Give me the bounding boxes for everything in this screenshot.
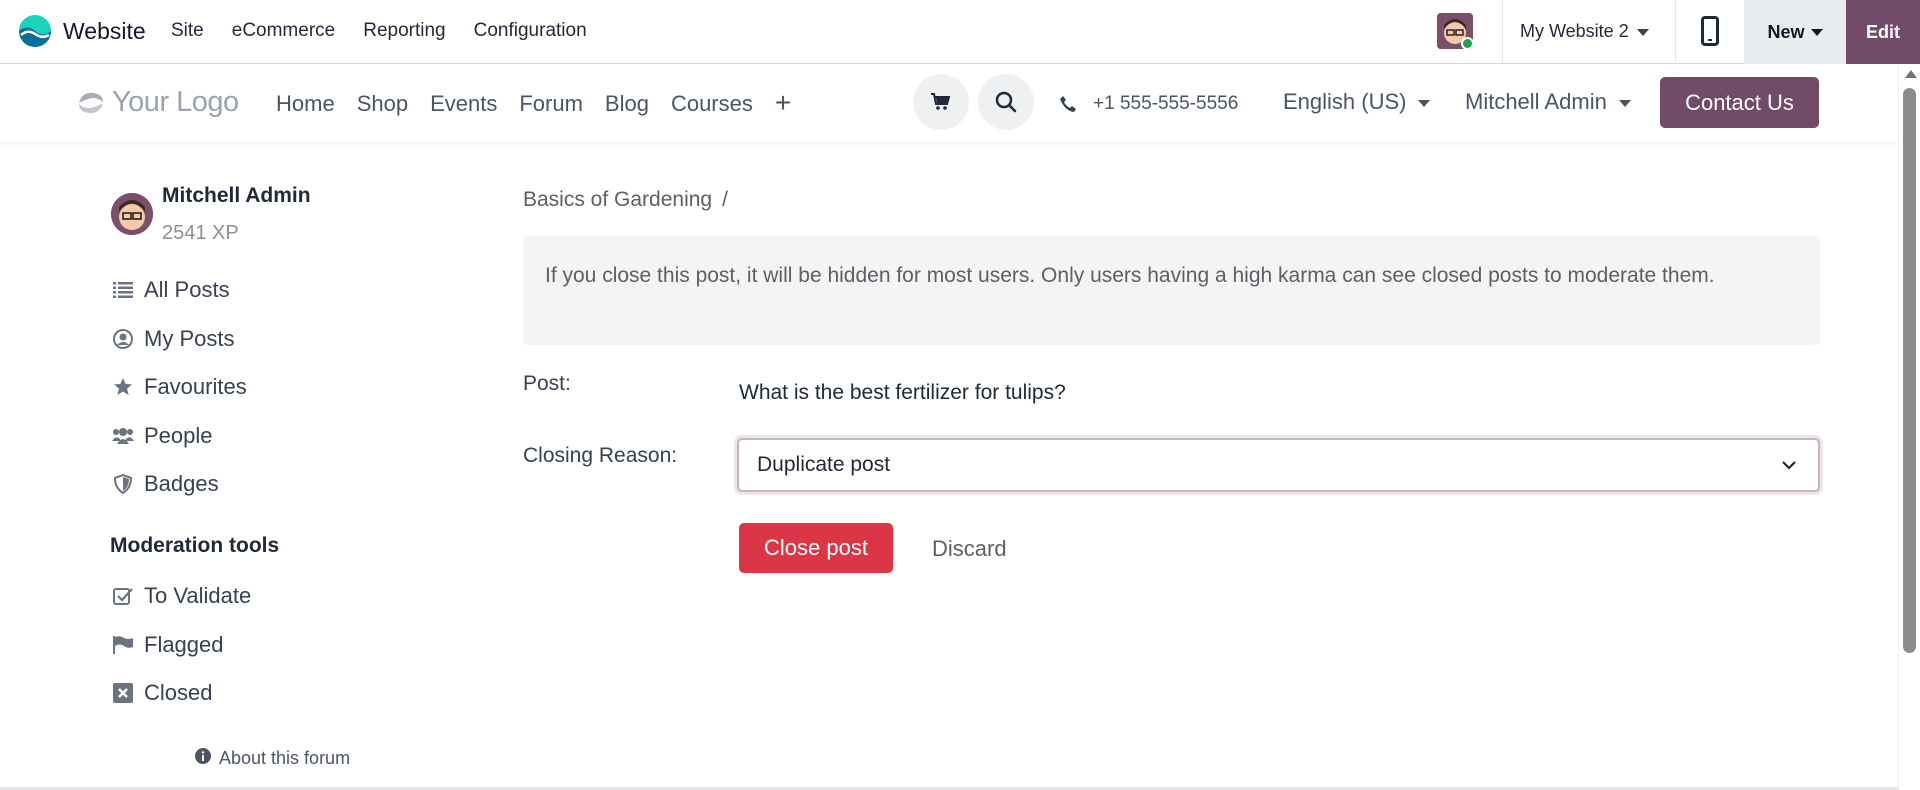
nav-links: Home Shop Events Forum Blog Courses +: [276, 87, 813, 123]
mobile-preview-icon[interactable]: [1701, 16, 1719, 46]
profile-name[interactable]: Mitchell Admin: [162, 184, 311, 208]
caret-down-icon: [1418, 99, 1431, 107]
nav-blog[interactable]: Blog: [605, 91, 649, 123]
closing-reason-label: Closing Reason:: [523, 444, 678, 467]
menu-configuration[interactable]: Configuration: [474, 20, 587, 42]
logo-text: Your Logo: [112, 86, 239, 118]
phone-number: +1 555-555-5556: [1093, 93, 1239, 114]
breadcrumb-forum-link[interactable]: Basics of Gardening: [523, 188, 712, 211]
user-circle-icon: [112, 328, 134, 350]
sidebar-item-favourites[interactable]: Favourites: [112, 374, 247, 400]
sidebar-item-label: To Validate: [144, 583, 252, 608]
about-forum-link[interactable]: About this forum: [195, 748, 350, 769]
discard-button[interactable]: Discard: [932, 536, 1007, 562]
sidebar-item-my-posts[interactable]: My Posts: [112, 326, 234, 352]
user-avatar[interactable]: [1437, 13, 1473, 49]
sidebar-item-people[interactable]: People: [112, 423, 213, 449]
nav-events[interactable]: Events: [430, 91, 497, 123]
moderation-tools-heading: Moderation tools: [110, 534, 280, 557]
sidebar-item-closed[interactable]: Closed: [112, 680, 212, 706]
user-card: Mitchell Admin 2541 XP: [110, 180, 410, 250]
about-forum-label: About this forum: [219, 748, 351, 768]
sidebar-item-label: Flagged: [144, 632, 224, 657]
online-status-dot: [1461, 37, 1473, 49]
user-menu-label: Mitchell Admin: [1465, 89, 1607, 114]
scrollbar-thumb[interactable]: [1903, 88, 1916, 653]
sidebar-item-to-validate[interactable]: To Validate: [112, 583, 251, 609]
nav-courses[interactable]: Courses: [671, 91, 753, 123]
caret-down-icon: [1810, 28, 1823, 36]
profile-avatar[interactable]: [111, 193, 153, 235]
divider: [1502, 0, 1503, 64]
website-app-icon[interactable]: [18, 14, 52, 48]
menu-reporting[interactable]: Reporting: [363, 20, 445, 42]
edit-button[interactable]: Edit: [1846, 0, 1920, 64]
closing-reason-value: Duplicate post: [757, 453, 891, 476]
cart-icon: [931, 93, 951, 110]
phone-link[interactable]: +1 555-555-5556: [1059, 93, 1238, 115]
users-icon: [112, 425, 134, 447]
check-square-icon: [112, 585, 134, 607]
app-name[interactable]: Website: [63, 18, 146, 45]
search-button[interactable]: [978, 74, 1034, 130]
menu-ecommerce[interactable]: eCommerce: [232, 20, 335, 42]
cart-button[interactable]: [913, 74, 969, 130]
add-page-icon[interactable]: +: [775, 87, 791, 119]
logo-swirl-icon: [79, 92, 103, 113]
nav-home[interactable]: Home: [276, 91, 335, 123]
profile-xp: 2541 XP: [162, 222, 239, 244]
sidebar-item-flagged[interactable]: Flagged: [112, 632, 224, 658]
info-icon: [195, 748, 211, 769]
sidebar-item-label: Favourites: [144, 374, 247, 399]
sidebar-item-label: Closed: [144, 680, 213, 705]
nav-shop[interactable]: Shop: [357, 91, 408, 123]
user-menu[interactable]: Mitchell Admin: [1465, 89, 1631, 115]
menu-site[interactable]: Site: [171, 20, 204, 42]
close-post-info-alert: If you close this post, it will be hidde…: [523, 236, 1820, 345]
chevron-down-icon: [1782, 461, 1796, 470]
new-button[interactable]: New: [1744, 0, 1846, 64]
page-scrollbar[interactable]: [1898, 64, 1920, 790]
closing-reason-select[interactable]: Duplicate post: [737, 438, 1820, 492]
sidebar-item-label: All Posts: [144, 277, 230, 302]
post-label: Post:: [523, 372, 571, 395]
shield-icon: [112, 473, 134, 495]
admin-topbar: Website Site eCommerce Reporting Configu…: [0, 0, 1920, 64]
breadcrumb-separator: /: [722, 188, 728, 211]
nav-forum[interactable]: Forum: [519, 91, 583, 123]
close-post-button[interactable]: Close post: [739, 523, 893, 573]
language-label: English (US): [1283, 89, 1407, 114]
sidebar-item-label: My Posts: [144, 326, 235, 351]
avatar-face-icon: [111, 193, 153, 235]
breadcrumb: Basics of Gardening /: [523, 188, 728, 212]
close-square-icon: [112, 682, 134, 704]
website-selector-label: My Website 2: [1520, 21, 1629, 41]
phone-icon: [1060, 96, 1076, 112]
post-title: What is the best fertilizer for tulips?: [739, 381, 1066, 404]
language-selector[interactable]: English (US): [1283, 89, 1431, 115]
scroll-up-icon[interactable]: [1905, 70, 1917, 78]
divider: [1675, 0, 1676, 64]
sidebar-item-all-posts[interactable]: All Posts: [112, 277, 230, 303]
site-logo[interactable]: Your Logo: [76, 86, 239, 119]
caret-down-icon: [1636, 28, 1649, 36]
contact-us-button[interactable]: Contact Us: [1660, 77, 1819, 128]
list-icon: [112, 279, 134, 301]
top-menu: Site eCommerce Reporting Configuration: [171, 20, 615, 42]
website-selector[interactable]: My Website 2: [1520, 21, 1649, 42]
sidebar-item-badges[interactable]: Badges: [112, 471, 219, 497]
new-button-label: New: [1767, 21, 1805, 42]
forum-sidebar: Mitchell Admin 2541 XP All Posts My Post…: [110, 180, 410, 768]
star-icon: [112, 376, 134, 398]
sidebar-item-label: People: [144, 423, 213, 448]
search-icon: [995, 91, 1017, 113]
flag-icon: [112, 634, 134, 656]
sidebar-item-label: Badges: [144, 471, 219, 496]
caret-down-icon: [1618, 99, 1631, 107]
website-navbar: Your Logo Home Shop Events Forum Blog Co…: [0, 64, 1898, 142]
